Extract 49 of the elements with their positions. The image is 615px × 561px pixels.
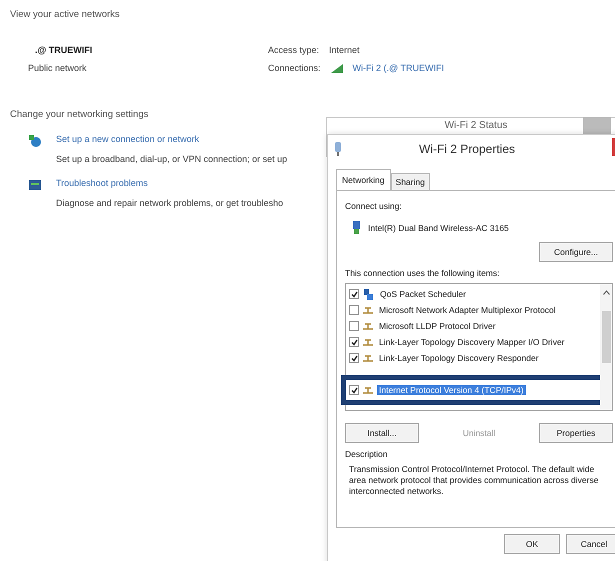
- scroll-up-icon[interactable]: [602, 290, 610, 295]
- protocol-icon: [363, 354, 373, 362]
- list-item[interactable]: QoS Packet Scheduler: [378, 289, 468, 299]
- field-value: Internet: [329, 45, 360, 55]
- checkbox[interactable]: [349, 353, 359, 363]
- network-category: Public network: [27, 63, 88, 73]
- dialog-button[interactable]: OK: [504, 534, 560, 554]
- description-text: Transmission Control Protocol/Internet Protocol. The default wide area network protocol that provides communication across diverse interconnected networks.: [349, 464, 600, 498]
- checkbox[interactable]: [349, 305, 359, 315]
- tab[interactable]: Sharing: [390, 173, 430, 191]
- network-name: .@ TRUEWIFI: [34, 45, 94, 55]
- section-heading: Change your networking settings: [10, 109, 150, 120]
- list-item[interactable]: Link-Layer Topology Discovery Responder: [377, 353, 541, 363]
- checkbox[interactable]: [349, 337, 359, 347]
- checkbox[interactable]: [349, 289, 359, 299]
- task-description: Set up a broadband, dial-up, or VPN connection; or set up: [56, 154, 288, 164]
- protocol-icon: [363, 306, 373, 314]
- window-title: Wi-Fi 2 Status: [444, 120, 508, 132]
- field-label: This connection uses the following items:: [345, 268, 500, 278]
- protocol-icon: [363, 386, 373, 394]
- network-icon: [28, 134, 42, 148]
- section-heading: View your active networks: [10, 9, 121, 20]
- checkbox[interactable]: [349, 385, 359, 395]
- list-item[interactable]: Microsoft Network Adapter Multiplexor Protocol: [377, 305, 558, 315]
- protocol-icon: [363, 338, 373, 346]
- toolbox-icon: [28, 178, 42, 192]
- configure-button[interactable]: Configure...: [539, 242, 613, 262]
- task-description: Diagnose and repair network problems, or get troublesho: [56, 198, 284, 208]
- scrollbar[interactable]: [600, 284, 612, 410]
- list-item[interactable]: Microsoft LLDP Protocol Driver: [377, 321, 498, 331]
- connection-link[interactable]: Wi-Fi 2 (.@ TRUEWIFI: [352, 63, 444, 73]
- field-label: Access type:: [268, 45, 320, 55]
- adapter-name: Intel(R) Dual Band Wireless-AC 3165: [368, 222, 509, 232]
- tab[interactable]: Networking: [336, 169, 391, 191]
- adapter-icon: [334, 142, 342, 156]
- action-button[interactable]: Properties: [539, 423, 613, 443]
- dialog-button[interactable]: Cancel: [566, 534, 615, 554]
- window-title: Wi-Fi 2 Properties: [418, 142, 516, 156]
- protocol-icon: [363, 322, 373, 330]
- scheduler-icon: [363, 288, 374, 300]
- signal-icon: [330, 64, 343, 72]
- network-adapter-icon: [351, 221, 362, 234]
- list-item[interactable]: Link-Layer Topology Discovery Mapper I/O Driver: [377, 337, 566, 347]
- field-label: Connect using:: [345, 201, 403, 211]
- checkbox[interactable]: [349, 321, 359, 331]
- field-label: Connections:: [268, 63, 321, 73]
- list-item[interactable]: Internet Protocol Version 4 (TCP/IPv4): [377, 385, 526, 395]
- group-label: Description: [345, 449, 389, 459]
- action-button[interactable]: Install...: [345, 423, 419, 443]
